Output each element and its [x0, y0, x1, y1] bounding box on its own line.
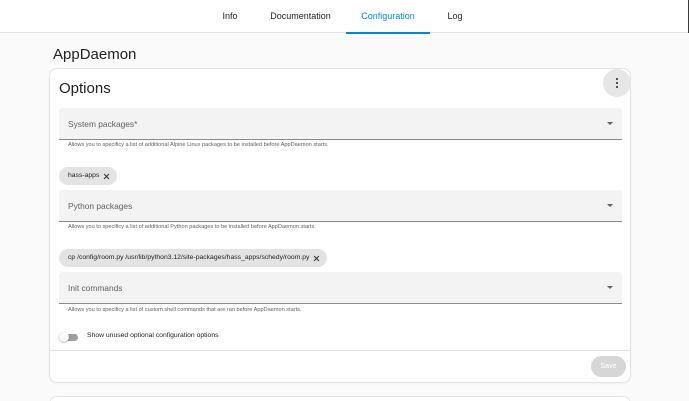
tab-log[interactable]: Log	[440, 0, 470, 33]
chip-label: hass-apps	[68, 172, 100, 179]
close-icon[interactable]	[103, 167, 111, 185]
show-unused-label[interactable]: Show unused optional configuration optio…	[87, 332, 219, 339]
python-packages-select[interactable]: Python packages	[59, 190, 622, 222]
system-packages-help: Allows you to specificy a list of additi…	[68, 142, 329, 148]
tab-configuration-label: Configuration	[361, 11, 415, 21]
python-packages-help: Allows you to specificy a list of additi…	[68, 224, 316, 230]
more-options-button[interactable]	[603, 69, 631, 97]
chip-label: cp /config/room.py /usr/lib/python3.12/s…	[68, 254, 310, 261]
dropdown-arrow-icon	[607, 204, 613, 207]
next-card	[49, 396, 631, 401]
close-icon[interactable]	[313, 249, 321, 267]
chip-hass-apps[interactable]: hass-apps	[59, 167, 118, 185]
init-commands-label: Init commands	[68, 283, 123, 293]
card-divider	[50, 350, 630, 351]
tab-documentation[interactable]: Documentation	[262, 0, 339, 33]
tab-bar: Info Documentation Configuration Log	[0, 0, 689, 34]
tab-info-label: Info	[222, 11, 238, 21]
page-title: AppDaemon	[53, 46, 137, 63]
init-commands-help: Allows you to specificy a list of custom…	[68, 307, 302, 313]
save-button[interactable]: Save	[591, 356, 626, 377]
python-packages-label: Python packages	[68, 201, 133, 211]
chip-cp-command[interactable]: cp /config/room.py /usr/lib/python3.12/s…	[59, 249, 328, 267]
tab-log-label: Log	[447, 11, 463, 21]
active-tab-indicator	[346, 32, 430, 34]
tab-documentation-label: Documentation	[270, 11, 331, 21]
tab-info[interactable]: Info	[213, 0, 247, 33]
tab-configuration[interactable]: Configuration	[346, 0, 430, 34]
show-unused-toggle[interactable]	[59, 332, 79, 342]
dropdown-arrow-icon	[607, 286, 613, 289]
options-card: Options System packages* Allows you to s…	[49, 68, 631, 383]
system-packages-select[interactable]: System packages*	[59, 108, 622, 140]
dropdown-arrow-icon	[607, 122, 613, 125]
system-packages-label: System packages*	[68, 119, 138, 129]
card-title: Options	[59, 80, 111, 97]
init-commands-select[interactable]: Init commands	[59, 272, 622, 304]
toggle-knob	[59, 332, 69, 342]
